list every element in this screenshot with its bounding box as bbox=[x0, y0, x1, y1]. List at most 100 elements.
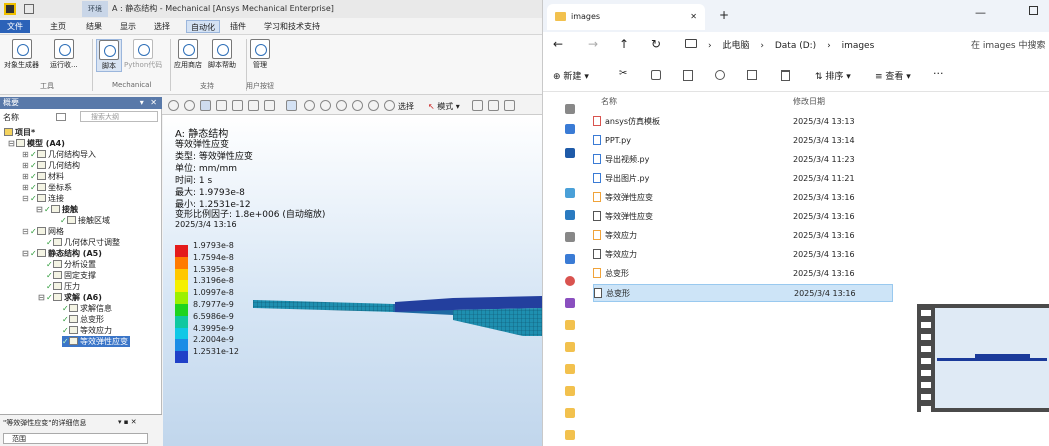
video-thumbnail[interactable] bbox=[917, 304, 1049, 412]
legend-value[interactable]: 1.0997e-8 bbox=[193, 288, 234, 297]
file-row[interactable]: 等效应力 2025/3/4 13:16 bbox=[593, 246, 893, 264]
new-tab-icon[interactable]: + bbox=[719, 8, 729, 22]
column-header-name[interactable]: 名称 bbox=[601, 96, 617, 107]
menu-display[interactable]: 显示 bbox=[120, 20, 136, 33]
details-controls[interactable]: ▾ ▪ ✕ bbox=[118, 418, 137, 426]
copy-icon[interactable] bbox=[651, 70, 661, 80]
cube-icon[interactable] bbox=[200, 100, 211, 111]
legend-value[interactable]: 1.5395e-8 bbox=[193, 265, 234, 274]
folder-icon[interactable] bbox=[565, 320, 575, 330]
delete-icon[interactable] bbox=[781, 70, 790, 81]
new-button[interactable]: ⊕ 新建 ▾ bbox=[553, 69, 589, 82]
gallery-icon[interactable] bbox=[565, 124, 575, 134]
refresh-icon[interactable]: ↻ bbox=[651, 37, 661, 51]
menu-plugins[interactable]: 插件 bbox=[230, 20, 246, 33]
file-row[interactable]: 等效弹性应变 2025/3/4 13:16 bbox=[593, 208, 893, 226]
file-row[interactable]: ansys仿真模板 2025/3/4 13:13 bbox=[593, 113, 893, 131]
up-arrow-icon[interactable]: ↑ bbox=[619, 37, 629, 51]
more-options-icon[interactable]: ··· bbox=[933, 67, 944, 80]
tree-item-total-deformation[interactable]: ✓ 总变形 bbox=[62, 314, 104, 325]
select-face-icon[interactable] bbox=[472, 100, 483, 111]
share-icon[interactable] bbox=[747, 70, 757, 80]
tree-item-contacts[interactable]: ⊟✓ 接触 bbox=[36, 204, 78, 215]
sort-button[interactable]: ⇅ 排序 ▾ bbox=[815, 69, 851, 82]
desktop-icon[interactable] bbox=[565, 188, 575, 198]
back-arrow-icon[interactable]: ← bbox=[553, 37, 563, 51]
tree-item-materials[interactable]: ⊞✓ 材料 bbox=[22, 171, 64, 182]
legend-value[interactable]: 1.3196e-8 bbox=[193, 276, 234, 285]
script-help-button[interactable]: 脚本帮助 bbox=[208, 39, 236, 70]
tree-item-geometry-import[interactable]: ⊞✓ 几何结构导入 bbox=[22, 149, 96, 160]
magnifier-icon[interactable] bbox=[384, 100, 395, 111]
close-tab-icon[interactable]: ✕ bbox=[690, 4, 697, 30]
object-generator-button[interactable]: 对象生成器 bbox=[4, 39, 39, 70]
select-label[interactable]: 选择 bbox=[398, 101, 414, 112]
zoom-icon[interactable] bbox=[184, 100, 195, 111]
graphics-viewport[interactable]: A: 静态结构 等效弹性应变 类型: 等效弹性应变 单位: mm/mm 时间: … bbox=[163, 115, 542, 446]
folder-icon[interactable] bbox=[565, 430, 575, 440]
file-row[interactable]: 等效应力 2025/3/4 13:16 bbox=[593, 227, 893, 245]
zoom-icon[interactable] bbox=[168, 100, 179, 111]
filter-dropdown-icon[interactable] bbox=[56, 113, 66, 121]
tree-item-mesh[interactable]: ⊟✓ 网格 bbox=[22, 226, 64, 237]
folder-icon[interactable] bbox=[565, 364, 575, 374]
tree-item-project[interactable]: 项目* bbox=[4, 127, 35, 138]
legend-value[interactable]: 1.9793e-8 bbox=[193, 241, 234, 250]
menu-results[interactable]: 结果 bbox=[86, 20, 102, 33]
videos-icon[interactable] bbox=[565, 298, 575, 308]
pictures-icon[interactable] bbox=[565, 254, 575, 264]
menu-automation[interactable]: 自动化 bbox=[186, 20, 220, 33]
documents-icon[interactable] bbox=[565, 232, 575, 242]
tree-item-pressure[interactable]: ✓ 压力 bbox=[46, 281, 80, 292]
file-row[interactable]: 等效弹性应变 2025/3/4 13:16 bbox=[593, 189, 893, 207]
rotate-icon[interactable] bbox=[286, 100, 297, 111]
zoom-fit-icon[interactable] bbox=[368, 100, 379, 111]
tree-item-equivalent-elastic-strain[interactable]: ✓ 等效弹性应变 bbox=[62, 336, 130, 347]
cube-icon[interactable] bbox=[264, 100, 275, 111]
cut-icon[interactable]: ✂ bbox=[619, 68, 627, 79]
legend-value[interactable]: 1.7594e-8 bbox=[193, 253, 234, 262]
tree-item-static-structural[interactable]: ⊟✓ 静态结构 (A5) bbox=[22, 248, 102, 259]
menu-file[interactable]: 文件 bbox=[0, 20, 30, 33]
explorer-tab[interactable]: images ✕ bbox=[547, 4, 705, 30]
run-collection-button[interactable]: 运行收... bbox=[50, 39, 78, 70]
legend-value[interactable]: 1.2531e-12 bbox=[193, 347, 239, 356]
legend-value[interactable]: 6.5986e-9 bbox=[193, 312, 234, 321]
mode-dropdown[interactable]: ↖ 模式 ▾ bbox=[428, 101, 460, 112]
menu-selection[interactable]: 选择 bbox=[154, 20, 170, 33]
forward-arrow-icon[interactable]: → bbox=[588, 37, 598, 51]
rename-icon[interactable] bbox=[715, 70, 725, 80]
breadcrumb-data-drive[interactable]: Data (D:) bbox=[775, 41, 816, 51]
music-icon[interactable] bbox=[565, 276, 575, 286]
file-row[interactable]: PPT.py 2025/3/4 13:14 bbox=[593, 132, 893, 150]
cube-icon[interactable] bbox=[232, 100, 243, 111]
panel-controls[interactable]: ▾ ✕ bbox=[140, 97, 159, 109]
menu-learning[interactable]: 学习和技术支持 bbox=[264, 20, 320, 33]
pan-icon[interactable] bbox=[304, 100, 315, 111]
onedrive-icon[interactable] bbox=[565, 148, 575, 158]
maximize-icon[interactable] bbox=[1029, 6, 1038, 15]
cube-icon[interactable] bbox=[248, 100, 259, 111]
legend-value[interactable]: 8.7977e-9 bbox=[193, 300, 234, 309]
manage-button[interactable]: 管理 bbox=[250, 39, 270, 70]
tree-item-analysis-settings[interactable]: ✓ 分析设置 bbox=[46, 259, 96, 270]
search-input[interactable]: 在 images 中搜索 bbox=[971, 38, 1049, 53]
python-code-button[interactable]: Python代码 bbox=[124, 39, 162, 70]
outline-search-input[interactable]: 搜索大纲 bbox=[80, 111, 158, 122]
select-vertex-icon[interactable] bbox=[504, 100, 515, 111]
downloads-icon[interactable] bbox=[565, 210, 575, 220]
view-button[interactable]: ≡ 查看 ▾ bbox=[875, 69, 911, 82]
column-header-date[interactable]: 修改日期 bbox=[793, 96, 825, 107]
details-row-scope[interactable]: 范围 bbox=[3, 433, 148, 444]
tree-item-solution-info[interactable]: ✓ 求解信息 bbox=[62, 303, 112, 314]
tree-item-solution[interactable]: ⊟✓ 求解 (A6) bbox=[38, 292, 102, 303]
tree-item-coordinate-systems[interactable]: ⊞✓ 坐标系 bbox=[22, 182, 72, 193]
zoom-in-icon[interactable] bbox=[320, 100, 331, 111]
file-row[interactable]: 导出图片.py 2025/3/4 11:21 bbox=[593, 170, 893, 188]
tree-item-contact-region[interactable]: ✓ 接触区域 bbox=[60, 215, 110, 226]
legend-value[interactable]: 2.2004e-9 bbox=[193, 335, 234, 344]
save-icon[interactable] bbox=[24, 4, 34, 14]
tree-item-model[interactable]: ⊟ 模型 (A4) bbox=[8, 138, 65, 149]
tree-item-geometry[interactable]: ⊞✓ 几何结构 bbox=[22, 160, 80, 171]
app-store-button[interactable]: 应用商店 bbox=[174, 39, 202, 70]
